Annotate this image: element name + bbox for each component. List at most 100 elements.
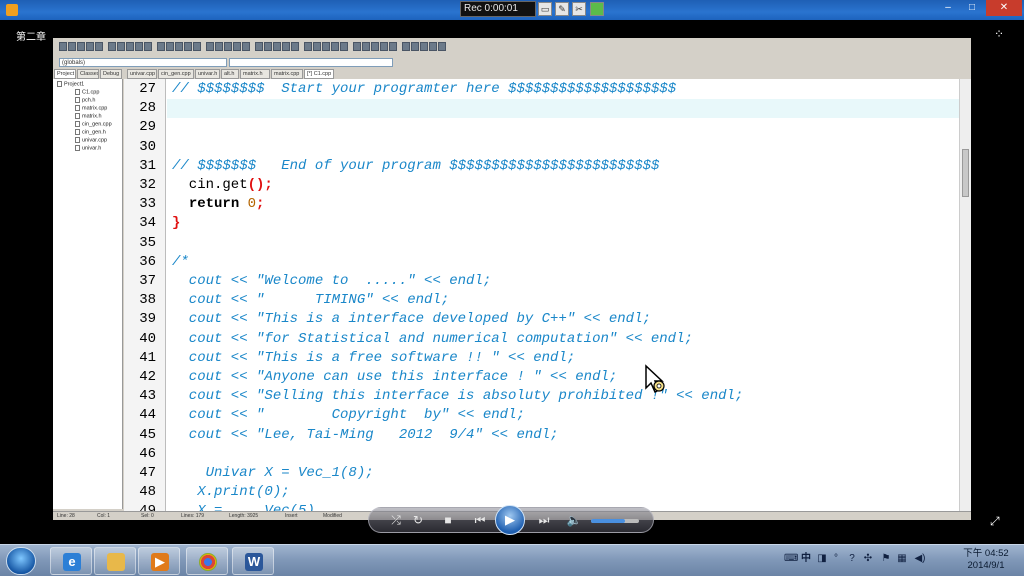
toolbar-button[interactable]: [193, 42, 201, 51]
taskbar-clock[interactable]: 下午 04:52 2014/9/1: [956, 548, 1016, 572]
tree-file[interactable]: univar.cpp: [75, 137, 107, 143]
start-button[interactable]: [6, 547, 36, 575]
tree-file[interactable]: cin_gen.cpp: [75, 121, 112, 127]
repeat-icon[interactable]: ↻: [409, 512, 427, 528]
previous-button[interactable]: ⏮: [471, 512, 489, 528]
tree-file[interactable]: cin_gen.h: [75, 129, 106, 135]
scroll-thumb[interactable]: [962, 149, 969, 197]
tree-file[interactable]: pch.h: [75, 97, 95, 103]
toolbar-button[interactable]: [242, 42, 250, 51]
toolbar-button[interactable]: [108, 42, 116, 51]
toolbar-button[interactable]: [233, 42, 241, 51]
volume-icon[interactable]: 🔈: [565, 512, 583, 528]
toolbar-button[interactable]: [331, 42, 339, 51]
tree-file[interactable]: matrix.cpp: [75, 105, 107, 111]
taskbar-word[interactable]: W: [232, 547, 274, 575]
toolbar-button[interactable]: [157, 42, 165, 51]
tab-debug[interactable]: Debug: [100, 69, 122, 79]
toolbar-button[interactable]: [224, 42, 232, 51]
toolbar-button[interactable]: [313, 42, 321, 51]
toolbar-button[interactable]: [380, 42, 388, 51]
toolbar-button[interactable]: [68, 42, 76, 51]
toolbar-button[interactable]: [264, 42, 272, 51]
close-button[interactable]: ✕: [986, 0, 1022, 16]
taskbar-internet-explorer[interactable]: e: [50, 547, 92, 575]
file-tab[interactable]: matrix.cpp: [271, 69, 303, 79]
annotation-box-icon[interactable]: ▭: [538, 2, 552, 16]
toolbar-button[interactable]: [429, 42, 437, 51]
toolbar-button[interactable]: [273, 42, 281, 51]
toolbar-button[interactable]: [86, 42, 94, 51]
file-tab[interactable]: cin_gen.cpp: [158, 69, 194, 79]
language-icon[interactable]: ⌨: [784, 553, 798, 565]
tree-file[interactable]: univar.h: [75, 145, 101, 151]
editor-scrollbar[interactable]: [959, 79, 971, 511]
folder-icon: [107, 553, 125, 571]
toolbar-button[interactable]: [255, 42, 263, 51]
taskbar-file-explorer[interactable]: [94, 547, 136, 575]
tab-classes[interactable]: Classes: [77, 69, 99, 79]
taskbar-chrome[interactable]: [186, 547, 228, 575]
code-token: return: [188, 196, 240, 213]
toolbar-button[interactable]: [304, 42, 312, 51]
toolbar-button[interactable]: [411, 42, 419, 51]
toolbar-button[interactable]: [117, 42, 125, 51]
volume-icon[interactable]: ◀): [914, 553, 926, 565]
pen-icon[interactable]: ✎: [555, 2, 569, 16]
toolbar-button[interactable]: [135, 42, 143, 51]
toolbar-button[interactable]: [340, 42, 348, 51]
ime-settings-icon[interactable]: ✣: [862, 553, 874, 565]
toolbar-button[interactable]: [402, 42, 410, 51]
flag-icon[interactable]: ⚑: [880, 553, 892, 565]
toolbar-button[interactable]: [420, 42, 428, 51]
minimize-button[interactable]: –: [936, 0, 960, 16]
toolbar-button[interactable]: [291, 42, 299, 51]
tree-root[interactable]: Project1: [57, 81, 84, 87]
volume-slider[interactable]: [591, 519, 639, 523]
toolbar-button[interactable]: [59, 42, 67, 51]
toolbar-button[interactable]: [144, 42, 152, 51]
toolbar-button[interactable]: [126, 42, 134, 51]
toolbar-button[interactable]: [322, 42, 330, 51]
ime-punct-icon[interactable]: °: [830, 553, 842, 565]
help-icon[interactable]: ?: [846, 553, 858, 565]
ime-chinese-icon[interactable]: 中: [800, 553, 812, 565]
stop-button[interactable]: ■: [439, 512, 457, 528]
tab-project[interactable]: Project: [54, 69, 76, 79]
toolbar-button[interactable]: [166, 42, 174, 51]
toolbar-button[interactable]: [184, 42, 192, 51]
toolbar-button[interactable]: [353, 42, 361, 51]
member-combo[interactable]: [229, 58, 393, 67]
green-square-icon[interactable]: [590, 2, 604, 16]
taskbar-media-player[interactable]: ▶: [138, 547, 180, 575]
toolbar-button[interactable]: [95, 42, 103, 51]
shuffle-icon[interactable]: ⤮: [387, 512, 405, 528]
toolbar-button[interactable]: [371, 42, 379, 51]
ime-mode-icon[interactable]: ◨: [816, 553, 828, 565]
next-button[interactable]: ⏭: [535, 512, 553, 528]
network-icon[interactable]: ▦: [896, 553, 908, 565]
file-tab[interactable]: matrix.h: [240, 69, 270, 79]
file-tab[interactable]: alt.h: [221, 69, 239, 79]
toolbar-button[interactable]: [282, 42, 290, 51]
toolbar-button[interactable]: [175, 42, 183, 51]
maximize-button[interactable]: □: [960, 0, 984, 16]
code-token: cin.get: [172, 177, 248, 193]
file-tab[interactable]: univar.cpp: [127, 69, 157, 79]
grid-view-icon[interactable]: ⁘: [994, 28, 1008, 40]
scissors-icon[interactable]: ✂: [572, 2, 586, 16]
toolbar-button[interactable]: [362, 42, 370, 51]
toolbar-button[interactable]: [389, 42, 397, 51]
code-editor[interactable]: 27 28 29 30 31 32 33 34 35 36 37 38 39 40 41 42 43 44 45 46…: [124, 79, 971, 511]
play-button[interactable]: ▶: [495, 505, 525, 535]
file-tab[interactable]: univar.h: [195, 69, 220, 79]
fullscreen-icon[interactable]: ⤢: [990, 514, 1000, 529]
toolbar-button[interactable]: [438, 42, 446, 51]
tree-file[interactable]: C1.cpp: [75, 89, 99, 95]
file-tab-active[interactable]: [*] C1.cpp: [304, 69, 334, 79]
scope-combo[interactable]: (globals): [59, 58, 227, 67]
tree-file[interactable]: matrix.h: [75, 113, 102, 119]
toolbar-button[interactable]: [206, 42, 214, 51]
toolbar-button[interactable]: [77, 42, 85, 51]
toolbar-button[interactable]: [215, 42, 223, 51]
